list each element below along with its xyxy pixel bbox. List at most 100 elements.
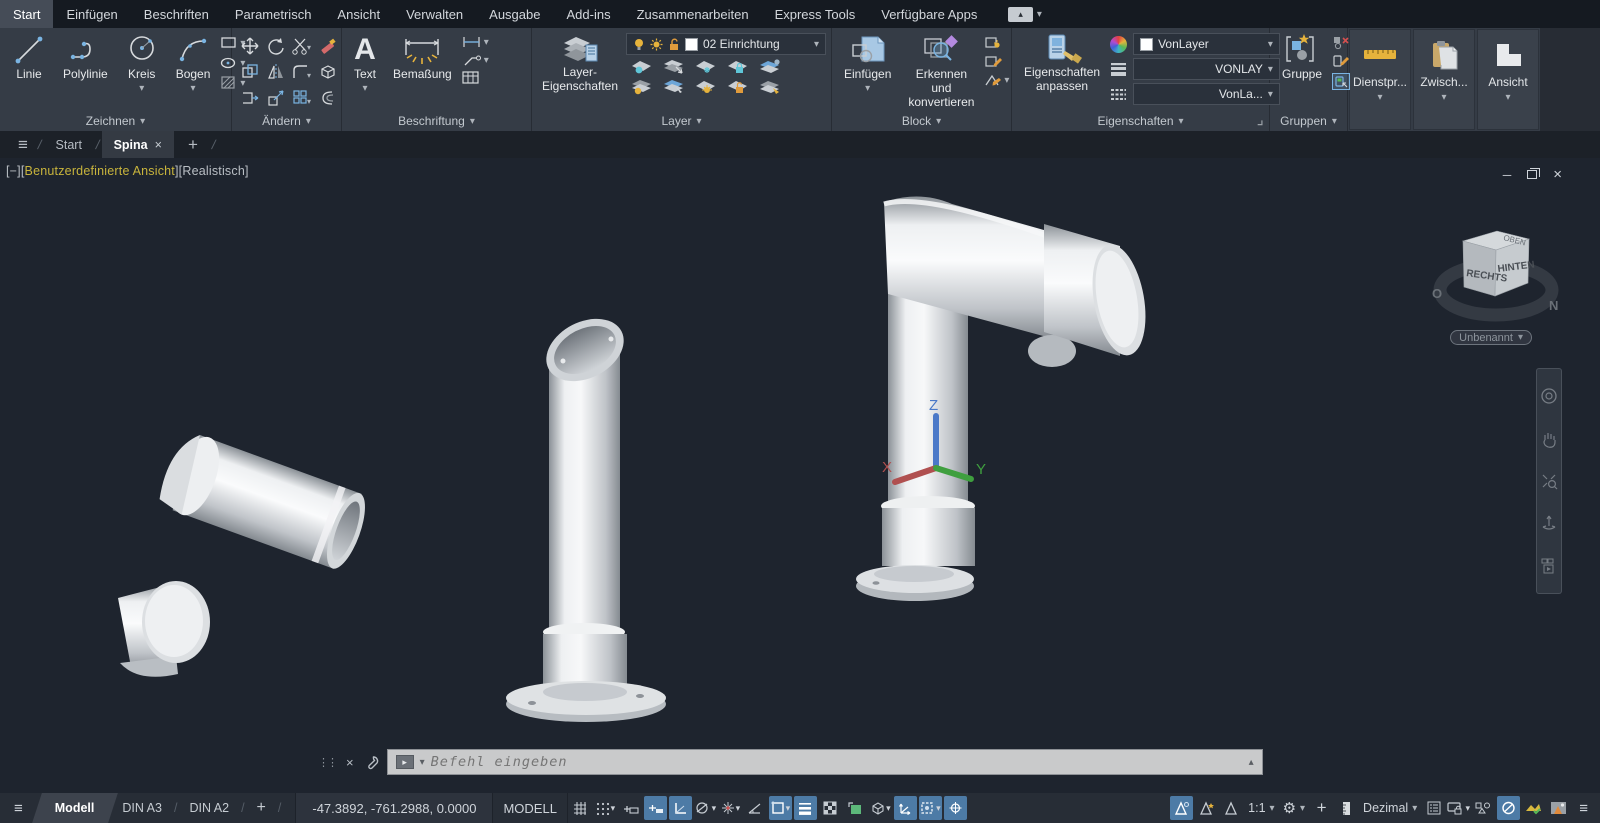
navigation-bar[interactable] [1536, 368, 1562, 594]
ribbon-minimize-icon[interactable]: ▴ [1008, 6, 1033, 22]
viewport-controls[interactable]: [−][Benutzerdefinierte Ansicht][Realisti… [6, 164, 249, 178]
panel-expander-icon[interactable] [1256, 118, 1265, 127]
layer-dropdown-caret-icon[interactable]: ▾ [814, 39, 819, 50]
stretch-icon[interactable] [240, 88, 260, 108]
arc-caret-icon[interactable]: ▾ [191, 83, 196, 95]
new-drawing-button[interactable]: + [176, 131, 210, 158]
viewport-visualstyle-control[interactable]: [Realistisch] [179, 164, 249, 178]
layer-lock-icon[interactable] [726, 58, 750, 75]
block-edit-tool[interactable] [984, 54, 1009, 69]
ribbon-tab-zusammenarbeiten[interactable]: Zusammenarbeiten [624, 0, 762, 28]
gizmo-toggle[interactable] [943, 796, 967, 820]
insert-block-button[interactable]: Einfügen ▾ [837, 31, 898, 96]
file-tab-menu-icon[interactable]: ≡ [10, 135, 36, 155]
polyline-button[interactable]: Polylinie [56, 31, 115, 84]
selection-cycling-toggle[interactable] [844, 796, 867, 820]
view-selector[interactable]: Unbenannt ▾ [1450, 330, 1532, 345]
lineweight-list-icon[interactable] [1110, 62, 1127, 77]
ribbon-tab-addins[interactable]: Add-ins [553, 0, 623, 28]
group-edit-tool[interactable] [1332, 54, 1350, 69]
command-wrench-icon[interactable] [364, 755, 379, 770]
scale-icon[interactable] [266, 88, 286, 108]
orbit-icon[interactable] [1540, 514, 1558, 532]
layout-tab-din-a3[interactable]: DIN A3 [112, 801, 172, 815]
polar-tracking-toggle[interactable] [668, 796, 692, 820]
layer-freeze-icon[interactable] [694, 58, 718, 75]
command-history-caret-icon[interactable]: ▴ [1249, 757, 1254, 768]
layer-unlock2-icon[interactable] [726, 78, 750, 95]
table-tool[interactable] [462, 71, 489, 85]
model-tab[interactable]: Modell [31, 793, 118, 823]
linetype-dropdown[interactable]: VonLa... ▾ [1133, 83, 1280, 105]
move-icon[interactable] [240, 36, 260, 56]
leader-tool[interactable]: ▾ [462, 53, 489, 67]
quick-properties-toggle[interactable] [1422, 796, 1445, 820]
statusbar-menu-icon[interactable]: ≡ [0, 800, 37, 817]
isolate-objects-toggle[interactable] [1472, 796, 1495, 820]
erase-icon[interactable] [318, 36, 338, 56]
pan-icon[interactable] [1540, 430, 1558, 448]
command-window-icon[interactable]: ▸ [395, 755, 414, 769]
layer-unlock-icon[interactable] [668, 38, 680, 51]
new-layout-button[interactable]: + [247, 799, 276, 817]
ribbon-minimize-caret-icon[interactable]: ▾ [1037, 9, 1042, 20]
circle-button[interactable]: Kreis ▾ [118, 31, 166, 96]
annotation-autoscale-toggle[interactable] [1195, 796, 1218, 820]
dynamic-ucs-toggle[interactable] [893, 796, 917, 820]
showmotion-icon[interactable] [1540, 557, 1558, 575]
ortho-toggle[interactable] [643, 796, 667, 820]
linetype-list-icon[interactable] [1110, 87, 1127, 102]
offset-icon[interactable] [318, 88, 338, 108]
linear-dim-tool[interactable]: ▾ [462, 35, 489, 49]
transparency-toggle[interactable] [819, 796, 842, 820]
lineweight-toggle[interactable] [793, 796, 817, 820]
color-wheel-icon[interactable] [1110, 35, 1128, 53]
ribbon-tab-beschriften[interactable]: Beschriften [131, 0, 222, 28]
command-close-icon[interactable]: × [346, 755, 354, 770]
explode-icon[interactable] [318, 62, 338, 82]
close-icon[interactable]: × [1553, 166, 1562, 183]
match-properties-button[interactable]: Eigenschaften anpassen [1017, 31, 1107, 96]
file-tab-spina[interactable]: Spina × [101, 131, 174, 158]
grid-toggle[interactable] [569, 796, 592, 820]
command-input-bar[interactable]: ▸ ▾ ▴ [386, 749, 1263, 775]
panel-zwischenablage-collapsed[interactable]: Zwisch... ▾ [1413, 29, 1475, 130]
viewport-view-control[interactable]: Benutzerdefinierte Ansicht [25, 164, 175, 178]
copy-icon[interactable] [240, 62, 260, 82]
statusbar-customization-icon[interactable]: ≡ [1571, 800, 1600, 817]
snap-mode-toggle[interactable]: ▾ [594, 796, 617, 820]
insert-caret-icon[interactable]: ▾ [865, 83, 870, 95]
ribbon-tab-einfuegen[interactable]: Einfügen [53, 0, 130, 28]
rotate-icon[interactable] [266, 36, 286, 56]
command-grip-icon[interactable]: ⋮⋮ [318, 756, 338, 769]
recognize-convert-button[interactable]: Erkennen und konvertieren [901, 31, 981, 111]
panel-dienstprogramme-collapsed[interactable]: Dienstpr... ▾ [1349, 29, 1411, 130]
layer-unisolate-icon[interactable] [662, 58, 686, 75]
layer-on-bulb-icon[interactable] [633, 38, 645, 51]
ribbon-minimize-control[interactable]: ▴ ▾ [1008, 0, 1042, 28]
trim-icon[interactable]: ▾ [291, 36, 313, 56]
ribbon-tab-ausgabe[interactable]: Ausgabe [476, 0, 553, 28]
circle-caret-icon[interactable]: ▾ [139, 83, 144, 95]
layer-color-swatch[interactable] [685, 37, 698, 51]
selection-filtering-toggle[interactable]: ▾ [918, 796, 942, 820]
object-color-dropdown[interactable]: VonLayer ▾ [1133, 33, 1280, 55]
annotation-visibility-toggle[interactable] [1170, 796, 1194, 820]
workspace-switching[interactable]: ⚙ ▾ [1279, 799, 1309, 817]
panel-label-block[interactable]: Block ▾ [832, 111, 1011, 131]
layout-tab-din-a2[interactable]: DIN A2 [179, 801, 239, 815]
arc-button[interactable]: Bogen ▾ [169, 31, 218, 96]
ribbon-tab-express-tools[interactable]: Express Tools [762, 0, 869, 28]
dynamic-input-toggle[interactable] [619, 796, 642, 820]
ribbon-tab-verwalten[interactable]: Verwalten [393, 0, 476, 28]
panel-label-gruppen[interactable]: Gruppen ▾ [1270, 111, 1347, 131]
recent-commands-caret-icon[interactable]: ▾ [420, 757, 425, 768]
object-snap-3d-toggle[interactable]: ▾ [869, 796, 892, 820]
annotation-scale-value[interactable]: 1:1 ▾ [1244, 801, 1278, 815]
layer-on-off-icon[interactable] [630, 78, 654, 95]
mirror-icon[interactable] [266, 62, 286, 82]
command-input[interactable] [430, 754, 1243, 770]
restore-icon[interactable] [1527, 168, 1541, 179]
lineweight-dropdown[interactable]: VONLAY ▾ [1133, 58, 1280, 80]
units-value[interactable]: Dezimal ▾ [1359, 801, 1421, 815]
